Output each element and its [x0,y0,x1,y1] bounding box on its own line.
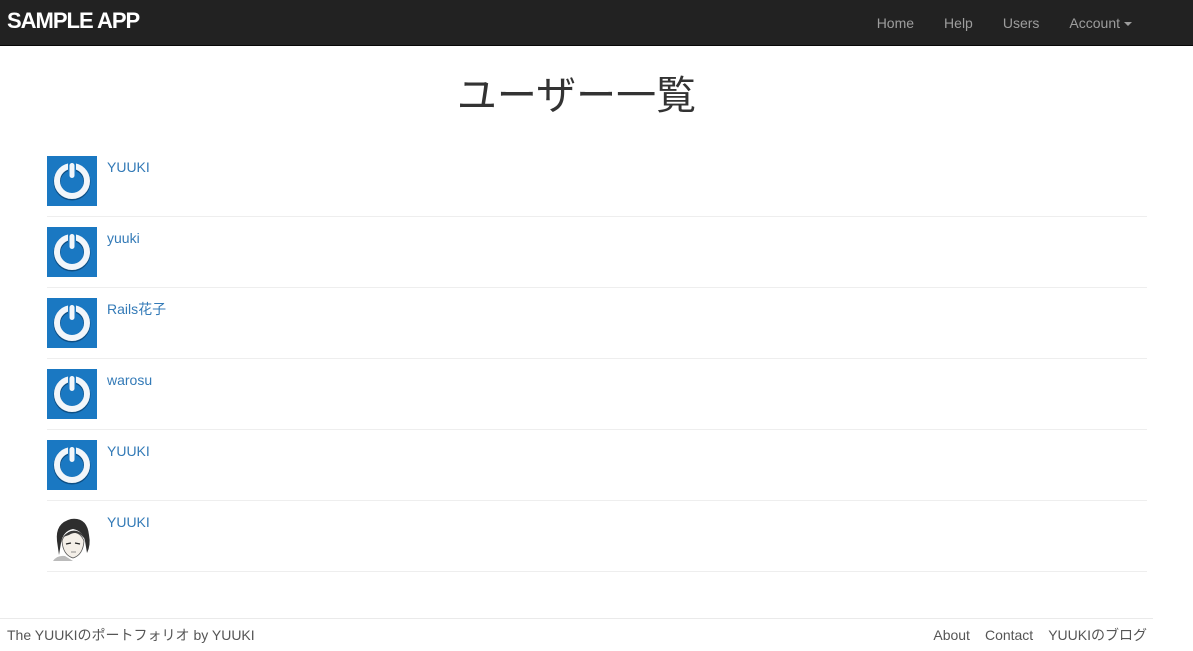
gravatar-default-icon[interactable] [47,369,97,419]
user-list-item: YUUKI [47,501,1147,572]
nav-help-link[interactable]: Help [929,3,988,43]
footer-by: by [189,627,212,643]
user-list-item: YUUKI [47,430,1147,501]
footer-nav: About Contact YUUKIのブログ [918,627,1147,643]
user-name-link[interactable]: yuuki [107,230,140,246]
gravatar-default-icon[interactable] [47,440,97,490]
gravatar-default-icon[interactable] [47,298,97,348]
user-name-link[interactable]: YUUKI [107,159,150,175]
footer-author-link[interactable]: YUUKI [212,627,255,643]
user-name-link[interactable]: YUUKI [107,443,150,459]
footer-blog-link[interactable]: YUUKIのブログ [1048,627,1147,643]
user-list-item: warosu [47,359,1147,430]
footer-contact-link[interactable]: Contact [985,627,1033,643]
user-name-link[interactable]: warosu [107,372,152,388]
nav-home-link[interactable]: Home [862,3,929,43]
nav-account-label: Account [1069,15,1120,31]
gravatar-default-icon[interactable] [47,227,97,277]
main-nav: Home Help Users Account [862,0,1147,46]
user-list-item: Rails花子 [47,288,1147,359]
user-list-item: YUUKI [47,146,1147,217]
brand-logo-link[interactable]: SAMPLE APP [7,8,140,34]
user-list: YUUKI yuuki Rails花子 warosu YUUKI YUUKI [47,146,1147,572]
nav-account-dropdown[interactable]: Account [1054,3,1147,43]
gravatar-default-icon[interactable] [47,156,97,206]
footer-prefix: The [7,627,35,643]
user-list-item: yuuki [47,217,1147,288]
footer-credit: The YUUKIのポートフォリオ by YUUKI [7,627,255,643]
footer-about-link[interactable]: About [933,627,970,643]
nav-users-link[interactable]: Users [988,3,1055,43]
caret-down-icon [1124,22,1132,27]
custom-portrait-avatar[interactable] [47,511,97,561]
page-title: ユーザー一覧 [456,74,697,118]
footer: The YUUKIのポートフォリオ by YUUKI About Contact… [0,618,1153,651]
top-navbar: SAMPLE APP Home Help Users Account [0,0,1193,46]
user-name-link[interactable]: Rails花子 [107,301,166,317]
footer-portfolio-link[interactable]: YUUKIのポートフォリオ [35,627,190,643]
user-name-link[interactable]: YUUKI [107,514,150,530]
